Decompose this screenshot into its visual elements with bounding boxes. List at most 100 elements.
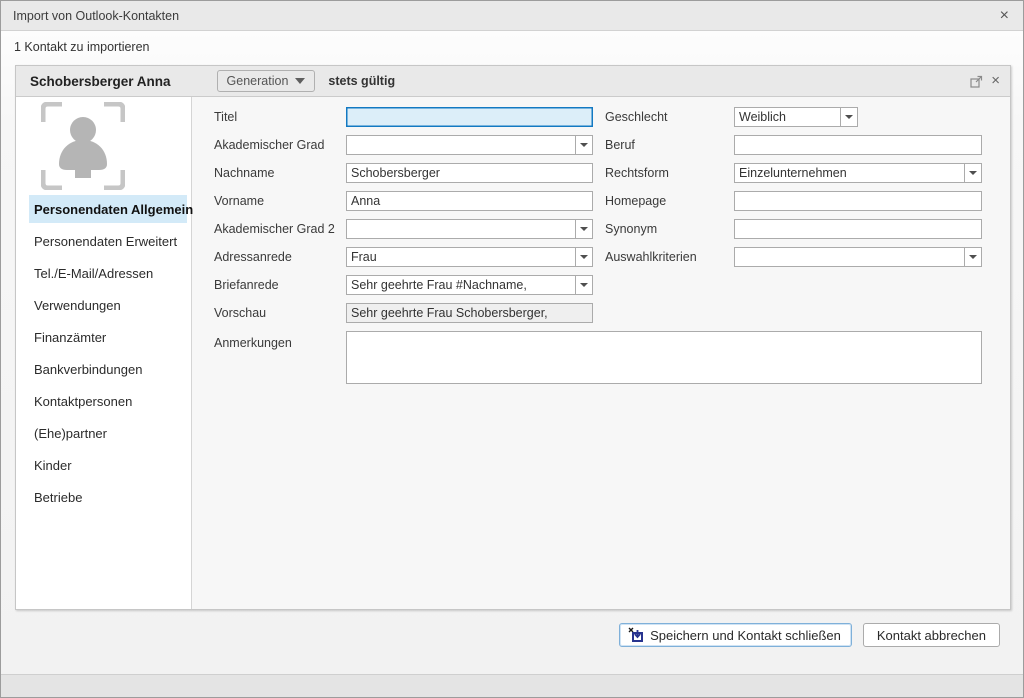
cancel-contact-button[interactable]: Kontakt abbrechen bbox=[863, 623, 1000, 647]
label-auswahlkriterien: Auswahlkriterien bbox=[605, 247, 697, 267]
label-akademischer-grad: Akademischer Grad bbox=[214, 135, 324, 155]
label-synonym: Synonym bbox=[605, 219, 657, 239]
dropdown-button-akademischer-grad[interactable] bbox=[575, 136, 592, 154]
field-wrap-synonym bbox=[734, 219, 982, 239]
field-akademischer-grad-2[interactable] bbox=[347, 220, 575, 238]
chevron-down-icon bbox=[580, 255, 588, 259]
dropdown-button-rechtsform[interactable] bbox=[964, 164, 981, 182]
sidebar-item-kontaktpersonen[interactable]: Kontaktpersonen bbox=[29, 387, 187, 415]
chevron-down-icon bbox=[845, 115, 853, 119]
sidebar-item-label: Tel./E-Mail/Adressen bbox=[34, 266, 153, 281]
field-rechtsform[interactable] bbox=[735, 164, 964, 182]
contact-form: Titel Akademischer Grad Nachname Vorname Aka… bbox=[193, 97, 1010, 609]
sidebar-item-label: Personendaten Erweitert bbox=[34, 234, 177, 249]
field-geschlecht[interactable] bbox=[735, 108, 840, 126]
field-akademischer-grad[interactable] bbox=[347, 136, 575, 154]
field-beruf[interactable] bbox=[735, 136, 981, 154]
sidebar-item-tel-e-mail-adressen[interactable]: Tel./E-Mail/Adressen bbox=[29, 259, 187, 287]
field-wrap-vorschau bbox=[346, 303, 593, 323]
field-wrap-titel bbox=[346, 107, 593, 127]
label-briefanrede: Briefanrede bbox=[214, 275, 279, 295]
label-rechtsform: Rechtsform bbox=[605, 163, 669, 183]
person-icon bbox=[59, 117, 107, 178]
field-synonym[interactable] bbox=[735, 220, 981, 238]
generation-button[interactable]: Generation bbox=[217, 70, 316, 92]
chevron-down-icon bbox=[580, 283, 588, 287]
sidebar-item-betriebe[interactable]: Betriebe bbox=[29, 483, 187, 511]
label-adressanrede: Adressanrede bbox=[214, 247, 292, 267]
sidebar-item-personendaten-erweitert[interactable]: Personendaten Erweitert bbox=[29, 227, 187, 255]
label-vorschau: Vorschau bbox=[214, 303, 266, 323]
field-wrap-nachname bbox=[346, 163, 593, 183]
field-wrap-adressanrede bbox=[346, 247, 593, 267]
titlebar: Import von Outlook-Kontakten × bbox=[1, 1, 1023, 31]
field-adressanrede[interactable] bbox=[347, 248, 575, 266]
label-vorname: Vorname bbox=[214, 191, 264, 211]
contact-panel: Schobersberger Anna Generation stets gül… bbox=[15, 65, 1011, 610]
sidebar-item-kinder[interactable]: Kinder bbox=[29, 451, 187, 479]
dropdown-button-briefanrede[interactable] bbox=[575, 276, 592, 294]
save-and-close-button[interactable]: Speichern und Kontakt schließen bbox=[619, 623, 852, 647]
field-wrap-akademischer-grad bbox=[346, 135, 593, 155]
sidebar-item-bankverbindungen[interactable]: Bankverbindungen bbox=[29, 355, 187, 383]
save-button-label: Speichern und Kontakt schließen bbox=[650, 628, 841, 643]
field-titel[interactable] bbox=[347, 108, 592, 126]
label-anmerkungen: Anmerkungen bbox=[214, 333, 292, 353]
import-count-text: 1 Kontakt zu importieren bbox=[14, 40, 150, 54]
chevron-down-icon bbox=[969, 171, 977, 175]
sidebar-item-label: (Ehe)partner bbox=[34, 426, 107, 441]
label-nachname: Nachname bbox=[214, 163, 274, 183]
sidebar-item-verwendungen[interactable]: Verwendungen bbox=[29, 291, 187, 319]
field-vorname[interactable] bbox=[347, 192, 592, 210]
panel-close-icon[interactable]: × bbox=[991, 74, 1000, 88]
field-wrap-geschlecht bbox=[734, 107, 858, 127]
sidebar-nav: Personendaten Allgemein Personendaten Erw… bbox=[29, 195, 187, 515]
field-anmerkungen[interactable] bbox=[347, 332, 981, 383]
dropdown-button-adressanrede[interactable] bbox=[575, 248, 592, 266]
generation-button-label: Generation bbox=[227, 74, 289, 88]
chevron-down-icon bbox=[295, 78, 305, 84]
field-wrap-homepage bbox=[734, 191, 982, 211]
chevron-down-icon bbox=[969, 255, 977, 259]
sidebar-item-label: Betriebe bbox=[34, 490, 82, 505]
sidebar-item-label: Kinder bbox=[34, 458, 72, 473]
label-akademischer-grad-2: Akademischer Grad 2 bbox=[214, 219, 335, 239]
contact-panel-body: Personendaten Allgemein Personendaten Erw… bbox=[16, 97, 1010, 609]
footer-buttons: Speichern und Kontakt schließen Kontakt … bbox=[619, 623, 1000, 647]
field-wrap-briefanrede bbox=[346, 275, 593, 295]
validity-text: stets gültig bbox=[328, 74, 395, 88]
chevron-down-icon bbox=[580, 227, 588, 231]
window-close-icon[interactable]: × bbox=[998, 8, 1011, 24]
dropdown-button-akademischer-grad-2[interactable] bbox=[575, 220, 592, 238]
import-dialog-window: Import von Outlook-Kontakten × 1 Kontakt… bbox=[0, 0, 1024, 698]
label-homepage: Homepage bbox=[605, 191, 666, 211]
sidebar-item-finanzaemter[interactable]: Finanzämter bbox=[29, 323, 187, 351]
contact-photo-placeholder[interactable] bbox=[41, 102, 125, 190]
field-wrap-rechtsform bbox=[734, 163, 982, 183]
dropdown-button-auswahlkriterien[interactable] bbox=[964, 248, 981, 266]
sidebar-item-label: Finanzämter bbox=[34, 330, 106, 345]
field-wrap-vorname bbox=[346, 191, 593, 211]
field-nachname[interactable] bbox=[347, 164, 592, 182]
field-wrap-akademischer-grad-2 bbox=[346, 219, 593, 239]
save-import-icon bbox=[628, 627, 644, 643]
field-homepage[interactable] bbox=[735, 192, 981, 210]
sidebar-item-label: Verwendungen bbox=[34, 298, 121, 313]
window-title: Import von Outlook-Kontakten bbox=[13, 9, 179, 23]
dropdown-button-geschlecht[interactable] bbox=[840, 108, 857, 126]
sidebar-item-label: Bankverbindungen bbox=[34, 362, 142, 377]
label-geschlecht: Geschlecht bbox=[605, 107, 668, 127]
label-titel: Titel bbox=[214, 107, 237, 127]
field-wrap-auswahlkriterien bbox=[734, 247, 982, 267]
sidebar: Personendaten Allgemein Personendaten Erw… bbox=[16, 97, 192, 609]
field-auswahlkriterien[interactable] bbox=[735, 248, 964, 266]
field-briefanrede[interactable] bbox=[347, 276, 575, 294]
label-beruf: Beruf bbox=[605, 135, 635, 155]
field-vorschau bbox=[347, 304, 592, 322]
chevron-down-icon bbox=[580, 143, 588, 147]
field-wrap-beruf bbox=[734, 135, 982, 155]
popout-icon[interactable] bbox=[970, 75, 983, 88]
sidebar-item-personendaten-allgemein[interactable]: Personendaten Allgemein bbox=[29, 195, 187, 223]
field-wrap-anmerkungen bbox=[346, 331, 982, 384]
sidebar-item-ehe-partner[interactable]: (Ehe)partner bbox=[29, 419, 187, 447]
